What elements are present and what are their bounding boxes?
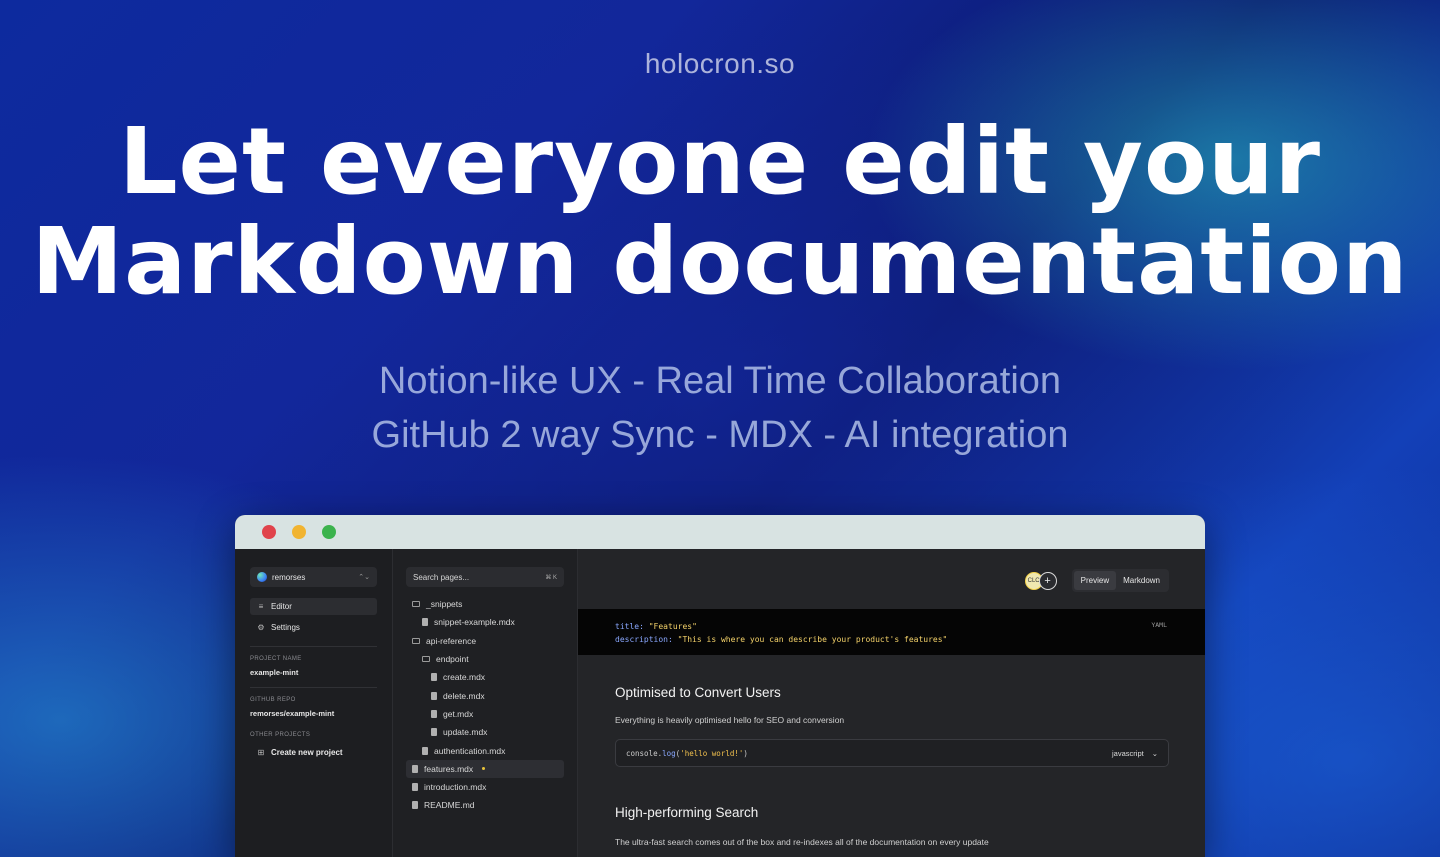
file-icon	[431, 728, 437, 737]
tree-file[interactable]: snippet-example.mdx	[406, 613, 564, 631]
file-icon	[412, 764, 418, 773]
frontmatter-description-line: description: "This is where you can desc…	[615, 635, 948, 644]
tagline-line-1: Notion-like UX - Real Time Collaboration	[378, 360, 1062, 402]
maximize-window-button[interactable]	[322, 525, 336, 539]
project-name-value: example-mint	[250, 668, 299, 677]
menu-icon: ≡	[258, 602, 264, 611]
settings-icon: ⚙	[257, 623, 265, 632]
preview-tab[interactable]: Preview	[1073, 571, 1117, 590]
file-icon	[412, 801, 418, 810]
tree-file-selected[interactable]: features.mdx	[406, 759, 564, 778]
add-collaborator-button[interactable]: +	[1038, 571, 1057, 590]
collaborator-avatars: CLC +	[1024, 571, 1057, 590]
tree-folder[interactable]: endpoint	[406, 650, 564, 668]
chevron-down-icon: ⌄	[1151, 748, 1158, 758]
tree-item-label: api-reference	[426, 635, 477, 646]
window-titlebar	[235, 515, 1205, 549]
section-paragraph[interactable]: The ultra-fast search comes out of the b…	[615, 837, 1169, 847]
search-input[interactable]: Search pages... ⌘ K	[406, 567, 564, 587]
tree-file[interactable]: introduction.mdx	[406, 778, 564, 796]
sidebar-item-label: Settings	[271, 623, 300, 632]
search-placeholder: Search pages...	[413, 572, 470, 582]
headline: Let everyone edit your Markdown document…	[0, 112, 1440, 312]
sidebar-item-editor[interactable]: ≡ Editor	[250, 598, 377, 615]
file-icon	[412, 783, 418, 792]
tree-item-label: features.mdx	[424, 763, 474, 774]
code-string: 'hello world!'	[680, 748, 744, 758]
create-project-label: Create new project	[271, 748, 343, 757]
folder-icon	[422, 656, 430, 663]
sidebar-item-label: Editor	[271, 602, 292, 611]
tree-folder[interactable]: api-reference	[406, 632, 564, 650]
tree-item-label: authentication.mdx	[434, 745, 506, 756]
modified-indicator	[482, 767, 486, 771]
github-repo-value[interactable]: remorses/example-mint	[250, 709, 377, 718]
sidebar: remorses ⌃⌄ ≡ Editor ⚙ Settings PROJECT …	[235, 549, 393, 857]
tree-folder[interactable]: _snippets	[406, 595, 564, 613]
frontmatter-title-line: title: "Features"	[615, 622, 697, 631]
tree-item-label: endpoint	[436, 654, 469, 665]
frontmatter-block[interactable]: title: "Features" description: "This is …	[578, 609, 1205, 655]
tree-item-label: get.mdx	[443, 708, 474, 719]
other-projects-label: OTHER PROJECTS	[250, 732, 311, 738]
project-name-label: PROJECT NAME	[250, 656, 302, 662]
tree-item-label: delete.mdx	[443, 690, 485, 701]
file-tree: Search pages... ⌘ K _snippets snippet-ex…	[393, 549, 578, 857]
folder-plus-icon: ⊞	[257, 748, 265, 757]
tree-item-label: _snippets	[426, 599, 463, 610]
editor-pane: CLC + Preview Markdown title: "Features"…	[578, 549, 1205, 857]
divider	[250, 687, 377, 688]
view-toggle: Preview Markdown	[1071, 569, 1169, 592]
tree-file[interactable]: README.md	[406, 796, 564, 814]
tree-item-label: update.mdx	[443, 727, 488, 738]
project-logo-icon	[257, 572, 267, 582]
yaml-label: YAML	[1151, 621, 1167, 629]
tree-file[interactable]: update.mdx	[406, 723, 564, 741]
folder-icon	[412, 637, 420, 644]
tree-file[interactable]: create.mdx	[406, 668, 564, 686]
tagline-line-2: GitHub 2 way Sync - MDX - AI integration	[371, 414, 1069, 456]
section-heading[interactable]: High-performing Search	[615, 805, 1169, 820]
minimize-window-button[interactable]	[292, 525, 306, 539]
code-function: log	[662, 748, 676, 758]
chevron-updown-icon: ⌃⌄	[358, 574, 370, 581]
file-icon	[422, 746, 428, 755]
headline-line-1: Let everyone edit your	[118, 108, 1322, 215]
language-select[interactable]: javascript ⌄	[1112, 749, 1158, 758]
language-label: javascript	[1112, 748, 1144, 758]
file-icon	[431, 691, 437, 700]
tree-file[interactable]: get.mdx	[406, 705, 564, 723]
tree-item-label: introduction.mdx	[424, 782, 487, 793]
document-content[interactable]: Optimised to Convert Users Everything is…	[615, 685, 1169, 847]
folder-icon	[412, 601, 420, 608]
tree-file[interactable]: authentication.mdx	[406, 741, 564, 759]
project-selector[interactable]: remorses ⌃⌄	[250, 567, 377, 587]
editor-toolbar: CLC + Preview Markdown	[1024, 569, 1169, 592]
file-icon	[422, 618, 428, 627]
file-icon	[431, 673, 437, 682]
close-window-button[interactable]	[262, 525, 276, 539]
divider	[250, 646, 377, 647]
code-block[interactable]: console. log('hello world!') javascript ⌄	[615, 739, 1169, 767]
create-project-button[interactable]: ⊞ Create new project	[250, 744, 377, 761]
section-heading[interactable]: Optimised to Convert Users	[615, 685, 1169, 700]
tree-list: _snippets snippet-example.mdx api-refere…	[406, 595, 564, 815]
project-selector-label: remorses	[272, 572, 306, 582]
tree-item-label: snippet-example.mdx	[434, 617, 515, 628]
brand-name: holocron.so	[644, 48, 796, 79]
section-paragraph[interactable]: Everything is heavily optimised hello fo…	[615, 715, 1169, 725]
headline-line-2: Markdown documentation	[31, 208, 1409, 315]
shortcut-hint: ⌘ K	[545, 574, 557, 581]
github-repo-label: GITHUB REPO	[250, 697, 296, 703]
app-window: remorses ⌃⌄ ≡ Editor ⚙ Settings PROJECT …	[235, 515, 1205, 857]
tree-item-label: README.md	[424, 800, 475, 811]
tree-item-label: create.mdx	[443, 672, 486, 683]
markdown-tab[interactable]: Markdown	[1116, 571, 1167, 590]
tree-file[interactable]: delete.mdx	[406, 686, 564, 704]
sidebar-item-settings[interactable]: ⚙ Settings	[250, 619, 377, 636]
file-icon	[431, 709, 437, 718]
code-object: console	[626, 748, 658, 758]
